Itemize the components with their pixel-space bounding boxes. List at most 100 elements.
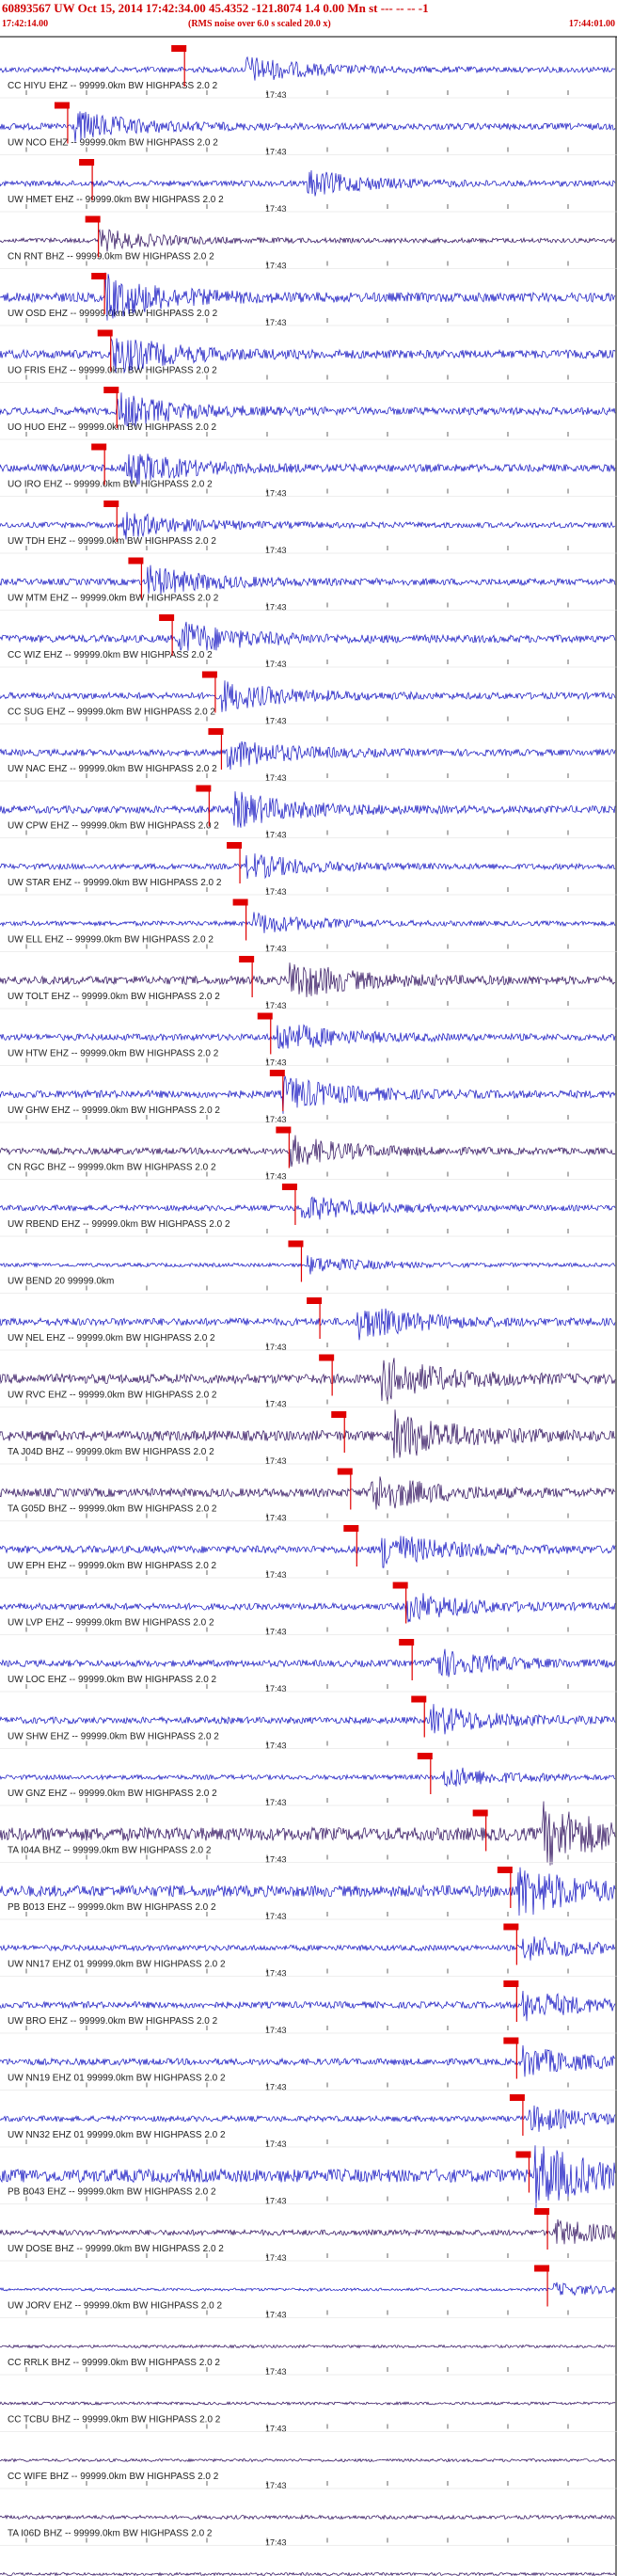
trace-label: UW GHW EHZ -- 99999.0km BW HIGHPASS 2.0 … — [8, 1105, 220, 1116]
pick-marker[interactable] — [534, 2208, 550, 2215]
pick-marker[interactable] — [97, 329, 113, 337]
time-tick-label: 17:43 — [265, 1514, 287, 1523]
trace-row: UW NN17 EHZ 01 99999.0km BW HIGHPASS 2.0… — [0, 1923, 617, 1979]
waveform — [0, 1255, 616, 1275]
trace-label: PB B043 EHZ -- 99999.0km BW HIGHPASS 2.0… — [8, 2187, 216, 2198]
trace-label: PB B013 EHZ -- 99999.0km BW HIGHPASS 2.0… — [8, 1902, 216, 1913]
trace-label: CN RNT BHZ -- 99999.0km BW HIGHPASS 2.0 … — [8, 252, 214, 262]
trace-label: CC RRLK BHZ -- 99999.0km BW HIGHPASS 2.0… — [8, 2358, 220, 2368]
time-tick-label: 17:43 — [265, 1343, 287, 1352]
pick-marker[interactable] — [343, 1525, 359, 1532]
pick-marker[interactable] — [472, 1809, 488, 1817]
time-tick-label: 17:43 — [265, 2425, 287, 2434]
pick-marker[interactable] — [503, 1980, 519, 1987]
trace-row: CC WIZ EHZ -- 99999.0km BW HIGHPASS 2.0 … — [0, 614, 617, 669]
time-tick-label: 17:43 — [265, 1058, 287, 1068]
waveform — [0, 853, 616, 880]
trace-row: UW SHW EHZ -- 99999.0km BW HIGHPASS 2.0 … — [0, 1695, 617, 1751]
time-tick-label: 17:43 — [265, 1172, 287, 1182]
trace-row: UW GHW EHZ -- 99999.0km BW HIGHPASS 2.0 … — [0, 1070, 617, 1124]
pick-marker[interactable] — [319, 1354, 335, 1361]
time-tick-label: 17:43 — [265, 1456, 287, 1466]
time-tick-label: 17:43 — [265, 603, 287, 612]
trace-label: UW TDH EHZ -- 99999.0km BW HIGHPASS 2.0 … — [8, 536, 216, 547]
pick-marker[interactable] — [503, 2037, 519, 2044]
pick-marker[interactable] — [196, 785, 212, 792]
trace-label: UW GNZ EHZ -- 99999.0km BW HIGHPASS 2.0 … — [8, 1789, 217, 1799]
waveform — [0, 1024, 616, 1049]
pick-marker[interactable] — [239, 956, 255, 962]
pick-marker[interactable] — [411, 1695, 427, 1703]
pick-marker[interactable] — [128, 557, 144, 564]
trace-label: UW JORV EHZ -- 99999.0km BW HIGHPASS 2.0… — [8, 2301, 222, 2312]
waveform — [0, 2044, 616, 2077]
pick-marker[interactable] — [288, 1240, 304, 1248]
pick-marker[interactable] — [91, 443, 107, 451]
trace-label: CC SUG EHZ -- 99999.0km BW HIGHPASS 2.0 … — [8, 708, 215, 718]
trace-row: UW CPW EHZ -- 99999.0km BW HIGHPASS 2.0 … — [0, 785, 617, 840]
pick-marker[interactable] — [281, 1184, 297, 1190]
pick-marker[interactable] — [399, 1639, 415, 1646]
pick-marker[interactable] — [201, 671, 217, 678]
pick-marker[interactable] — [337, 1468, 353, 1475]
waveform — [0, 2218, 616, 2245]
pick-marker[interactable] — [171, 45, 187, 52]
pick-marker[interactable] — [103, 387, 119, 393]
pick-marker[interactable] — [515, 2151, 531, 2158]
trace-label: UW SHW EHZ -- 99999.0km BW HIGHPASS 2.0 … — [8, 1732, 219, 1742]
trace-row: CC SUG EHZ -- 99999.0km BW HIGHPASS 2.0 … — [0, 671, 617, 726]
pick-marker[interactable] — [392, 1582, 408, 1589]
time-tick-label: 17:43 — [265, 2253, 287, 2263]
pick-marker[interactable] — [232, 898, 248, 906]
waveform — [0, 2401, 616, 2406]
pick-marker[interactable] — [159, 614, 175, 621]
trace-row: CN RGC BHZ -- 99999.0km BW HIGHPASS 2.0 … — [0, 1126, 617, 1182]
trace-label: UW BRO EHZ -- 99999.0km BW HIGHPASS 2.0 … — [8, 2016, 218, 2027]
trace-label: UW NN19 EHZ 01 99999.0km BW HIGHPASS 2.0… — [8, 2074, 226, 2084]
pick-marker[interactable] — [497, 1867, 513, 1873]
pick-marker[interactable] — [79, 159, 95, 166]
trace-label: UW MTM EHZ -- 99999.0km BW HIGHPASS 2.0 … — [8, 594, 219, 604]
waveform — [0, 512, 616, 540]
pick-marker[interactable] — [85, 215, 101, 223]
pick-marker[interactable] — [503, 1923, 519, 1931]
trace-row: TA G05D BHZ -- 99999.0km BW HIGHPASS 2.0… — [0, 1468, 617, 1523]
waveform — [0, 621, 616, 651]
pick-marker[interactable] — [257, 1012, 273, 1020]
pick-marker[interactable] — [417, 1753, 433, 1759]
pick-marker[interactable] — [269, 1070, 285, 1076]
trace-row: UW ELL EHZ -- 99999.0km BW HIGHPASS 2.0 … — [0, 898, 617, 954]
pick-marker[interactable] — [103, 501, 119, 507]
trace-label: UW EPH EHZ -- 99999.0km BW HIGHPASS 2.0 … — [8, 1561, 217, 1571]
pick-marker[interactable] — [208, 728, 224, 735]
waveform — [0, 1648, 616, 1678]
time-tick-label: 17:43 — [265, 2538, 287, 2548]
pick-marker[interactable] — [509, 2094, 525, 2101]
waveform — [0, 392, 616, 427]
pick-marker[interactable] — [227, 842, 243, 849]
trace-label: CC TCBU BHZ -- 99999.0km BW HIGHPASS 2.0… — [8, 2415, 221, 2425]
trace-row: UO IRO EHZ -- 99999.0km BW HIGHPASS 2.0 … — [0, 443, 617, 499]
pick-marker[interactable] — [534, 2265, 550, 2272]
trace-label: UW NEL EHZ -- 99999.0km BW HIGHPASS 2.0 … — [8, 1333, 215, 1344]
pick-marker[interactable] — [331, 1411, 347, 1418]
waveform — [0, 912, 616, 933]
waveform — [0, 1767, 616, 1788]
trace-label: TA J04D BHZ -- 99999.0km BW HIGHPASS 2.0… — [8, 1447, 214, 1457]
trace-row: UW RBEND EHZ -- 99999.0km BW HIGHPASS 2.… — [0, 1184, 617, 1237]
time-tick-label: 17:43 — [265, 1628, 287, 1637]
pick-marker[interactable] — [54, 102, 70, 109]
pick-marker[interactable] — [307, 1297, 323, 1304]
time-tick-label: 17:43 — [265, 148, 287, 157]
time-tick-label: 17:43 — [265, 2197, 287, 2206]
waveform — [0, 1704, 616, 1735]
pick-marker[interactable] — [276, 1126, 292, 1134]
time-tick-label: 17:43 — [265, 2026, 287, 2035]
trace-row: UW DOSE BHZ -- 99999.0km BW HIGHPASS 2.0… — [0, 2208, 617, 2263]
pick-marker[interactable] — [91, 273, 107, 279]
trace-label: UW HMET EHZ -- 99999.0km BW HIGHPASS 2.0… — [8, 195, 224, 205]
waveform — [0, 229, 616, 252]
trace-row: TA J04D BHZ -- 99999.0km BW HIGHPASS 2.0… — [0, 1409, 617, 1466]
trace-row: CC TCBU BHZ -- 99999.0km BW HIGHPASS 2.0… — [0, 2401, 617, 2434]
trace-row: TA I06D BHZ -- 99999.0km BW HIGHPASS 2.0… — [0, 2514, 617, 2548]
